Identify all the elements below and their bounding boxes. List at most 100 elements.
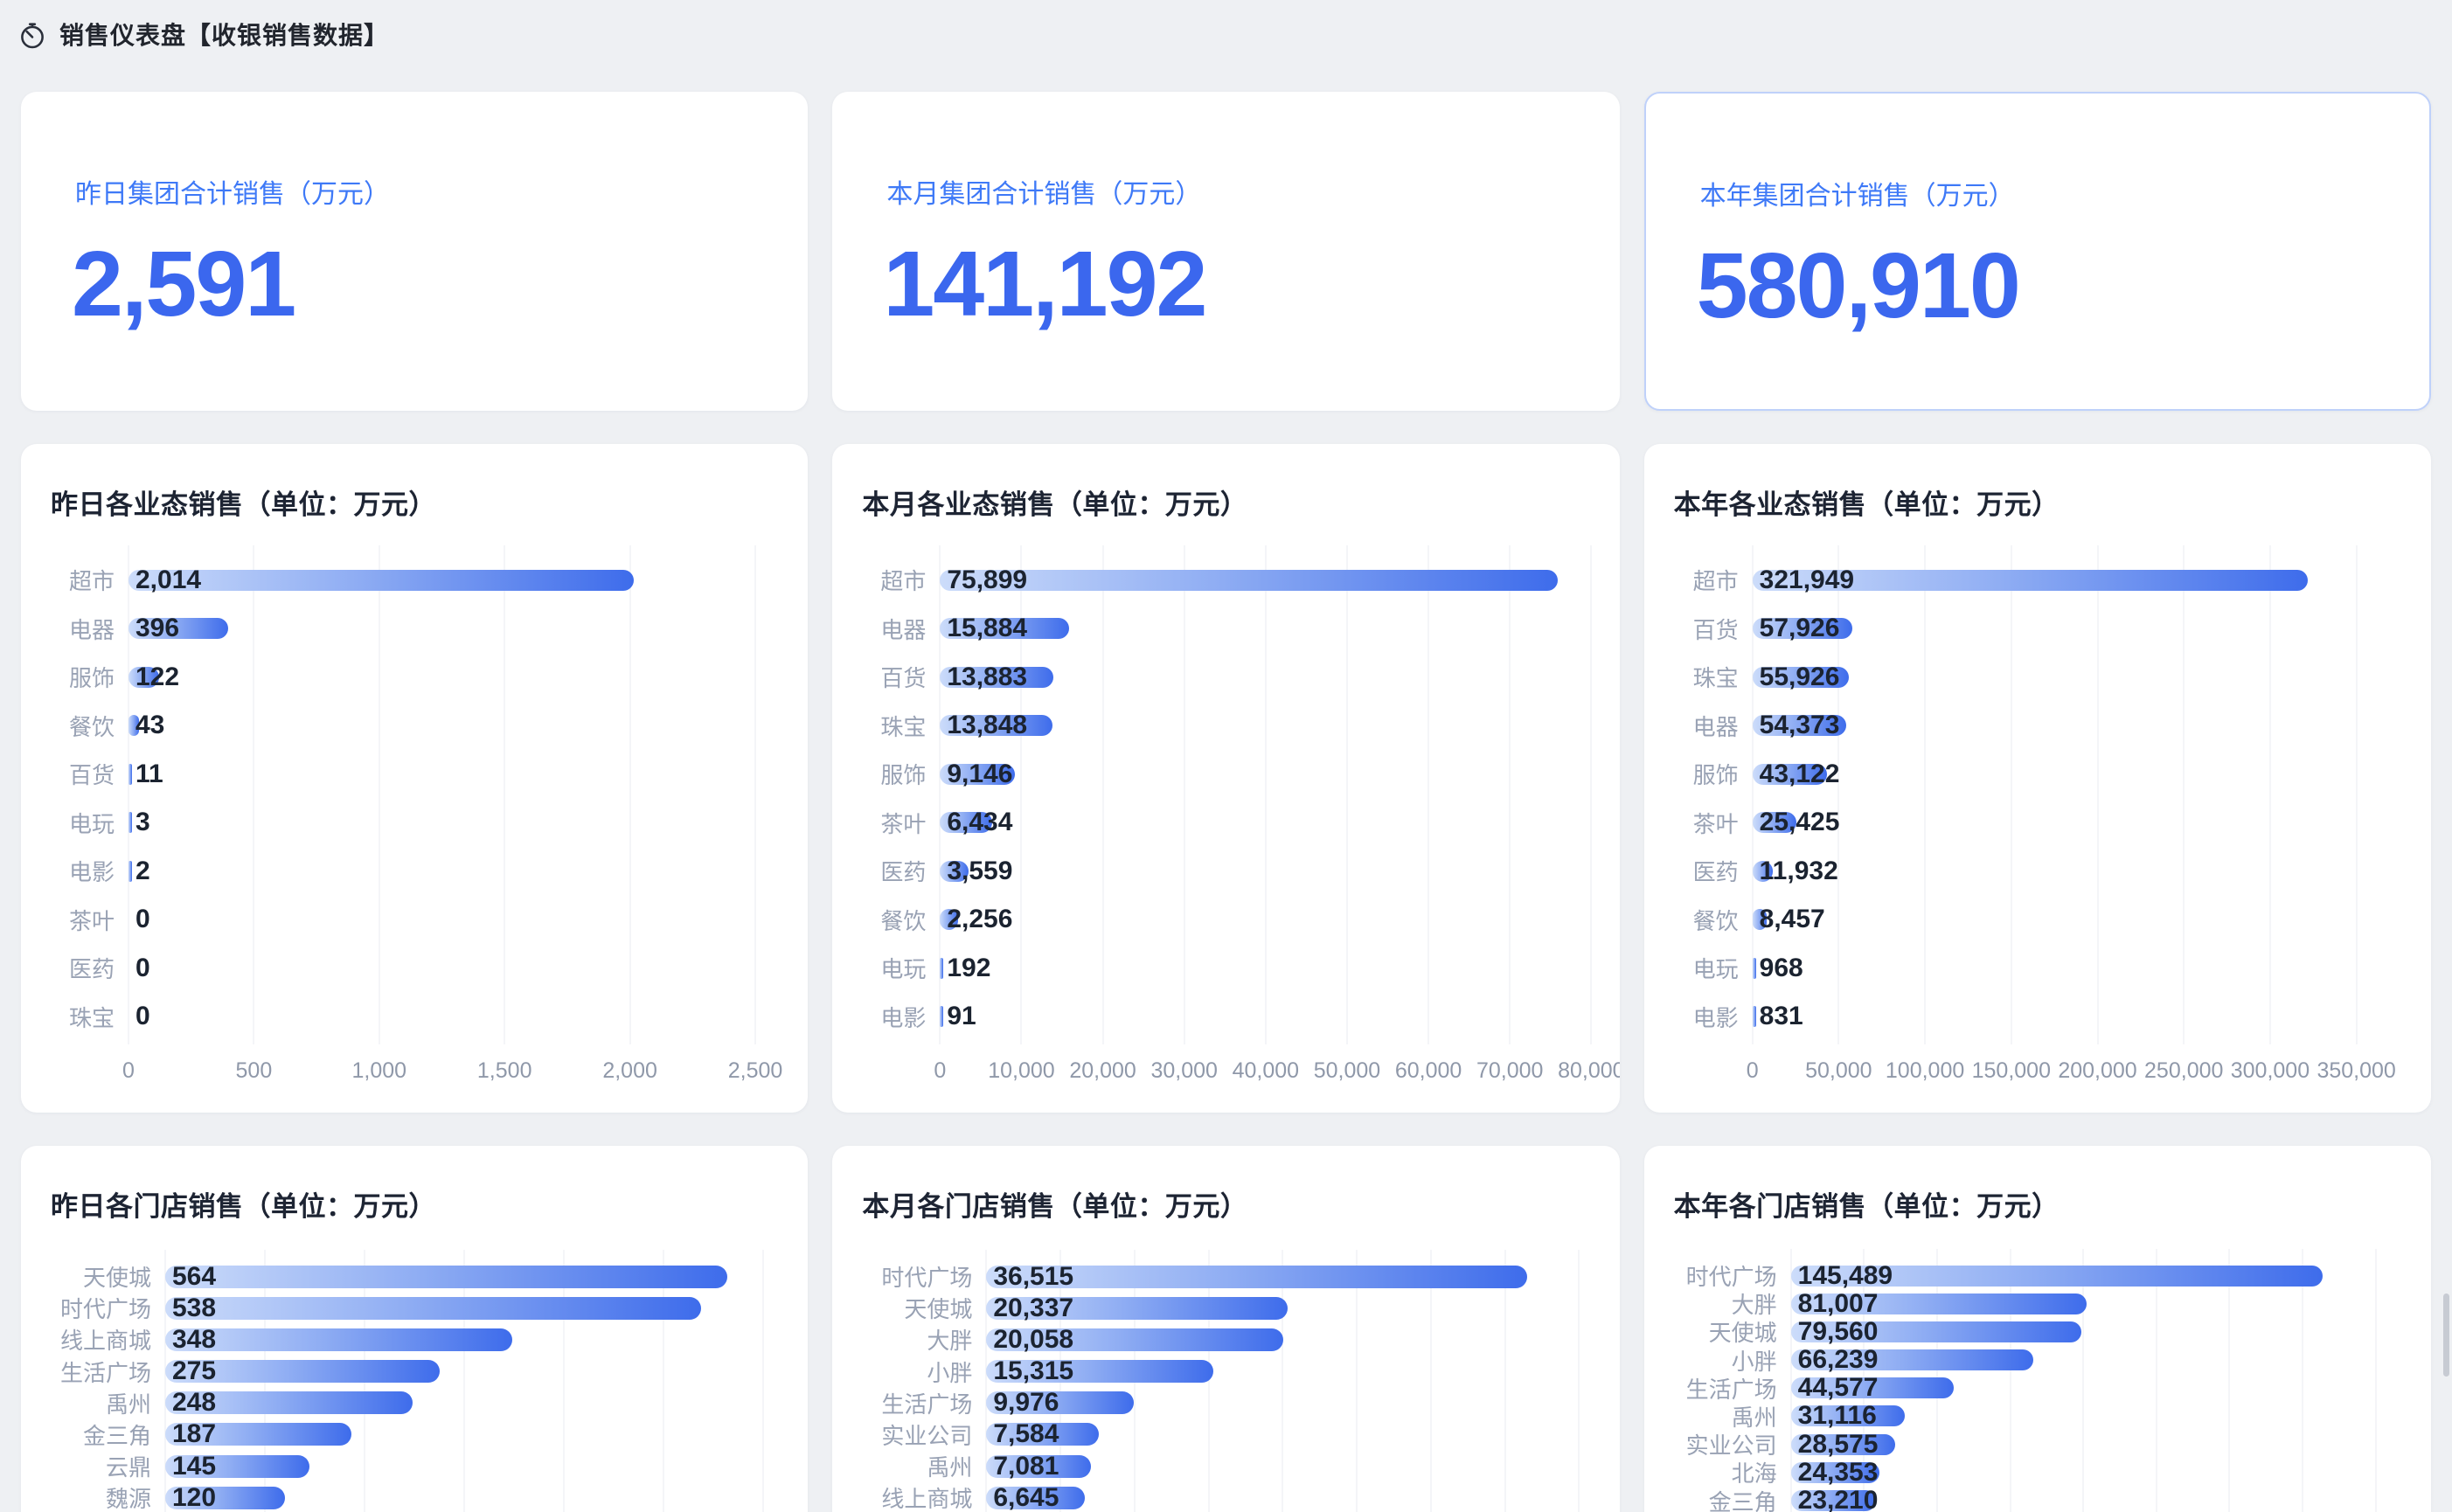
category-label: 生活广场: [47, 1356, 165, 1388]
bar[interactable]: [940, 570, 1558, 591]
chart-row: 天使城79,560: [1671, 1315, 2405, 1343]
chart-row: 实业公司28,575: [1671, 1428, 2405, 1456]
kpi-value: 141,192: [883, 233, 1619, 336]
value-label: 968: [1760, 954, 1803, 983]
value-label: 55,926: [1760, 662, 1840, 692]
kpi-card-yesterday[interactable]: 昨日集团合计销售（万元） 2,591: [21, 92, 808, 411]
value-label: 28,575: [1798, 1430, 1879, 1460]
category-label: 茶叶: [1671, 807, 1753, 839]
bar[interactable]: [940, 1006, 943, 1027]
value-label: 831: [1760, 1002, 1803, 1031]
value-label: 79,560: [1798, 1317, 1879, 1347]
timer-icon: [17, 21, 47, 51]
category-label: 百货: [47, 758, 129, 790]
category-label: 天使城: [858, 1292, 986, 1324]
chart-row: 时代广场538: [47, 1292, 781, 1323]
bar-chart-month-by-store: 时代广场36,515天使城20,337大胖20,058小胖15,315生活广场9…: [858, 1146, 1593, 1512]
value-label: 57,926: [1760, 614, 1840, 643]
bar[interactable]: [1753, 1006, 1756, 1027]
chart-row: 电影831: [1671, 993, 2405, 1042]
chart-row: 金三角23,210: [1671, 1485, 2405, 1512]
bar[interactable]: [940, 958, 943, 979]
kpi-label: 本年集团合计销售（万元）: [1700, 174, 2429, 212]
chart-row: 金三角187: [47, 1418, 781, 1450]
value-label: 54,373: [1760, 711, 1840, 740]
value-label: 20,337: [993, 1294, 1073, 1323]
kpi-card-year[interactable]: 本年集团合计销售（万元） 580,910: [1644, 92, 2431, 411]
chart-row: 大胖81,007: [1671, 1287, 2405, 1315]
chart-row: 禹州7,081: [858, 1450, 1593, 1481]
value-label: 66,239: [1798, 1345, 1879, 1375]
value-label: 6,645: [993, 1483, 1059, 1512]
value-label: 396: [135, 614, 179, 643]
value-label: 348: [172, 1325, 216, 1355]
bar[interactable]: [165, 1266, 727, 1288]
value-label: 36,515: [993, 1262, 1073, 1292]
category-label: 服饰: [47, 661, 129, 693]
value-label: 3: [135, 808, 150, 837]
chart-row: 云鼎145: [47, 1450, 781, 1481]
chart-row: 百货13,883: [858, 653, 1593, 702]
chart-row: 医药0: [47, 944, 781, 993]
chart-card-month-by-format: 本月各业态销售（单位：万元） 超市75,899电器15,884百货13,883珠…: [832, 444, 1619, 1113]
chart-row: 电影91: [858, 993, 1593, 1042]
chart-row: 电玩968: [1671, 944, 2405, 993]
kpi-value: 2,591: [72, 233, 808, 336]
category-label: 超市: [47, 564, 129, 596]
category-label: 天使城: [47, 1260, 165, 1293]
category-label: 珠宝: [1671, 661, 1753, 693]
value-label: 122: [135, 662, 179, 692]
category-label: 禹州: [858, 1450, 986, 1482]
scrollbar-thumb[interactable]: [2443, 1294, 2449, 1377]
chart-card-year-by-store: 本年各门店销售（单位：万元） 时代广场145,489大胖81,007天使城79,…: [1644, 1146, 2431, 1512]
chart-row: 天使城20,337: [858, 1292, 1593, 1323]
value-label: 2,256: [947, 905, 1012, 934]
chart-row: 线上商城348: [47, 1323, 781, 1355]
chart-row: 大胖20,058: [858, 1323, 1593, 1355]
dashboard-grid: 昨日集团合计销售（万元） 2,591 本月集团合计销售（万元） 141,192 …: [0, 92, 2452, 1512]
bar-chart-yesterday-by-store: 天使城564时代广场538线上商城348生活广场275禹州248金三角187云鼎…: [47, 1146, 781, 1512]
chart-row: 服饰122: [47, 653, 781, 702]
value-label: 11,932: [1760, 857, 1838, 886]
category-label: 餐饮: [1671, 904, 1753, 936]
bar-chart-year-by-format: 超市321,949百货57,926珠宝55,926电器54,373服饰43,12…: [1671, 444, 2405, 1113]
x-axis-tick-labels: 05001,0001,5002,0002,500: [129, 1058, 755, 1086]
chart-row: 餐饮2,256: [858, 896, 1593, 945]
category-label: 电影: [1671, 1001, 1753, 1033]
x-axis-tick-labels: 010,00020,00030,00040,00050,00060,00070,…: [940, 1058, 1591, 1086]
category-label: 大胖: [858, 1323, 986, 1356]
category-label: 时代广场: [858, 1260, 986, 1293]
chart-row: 超市2,014: [47, 556, 781, 605]
chart-row: 时代广场36,515: [858, 1260, 1593, 1292]
chart-card-yesterday-by-store: 昨日各门店销售（单位：万元） 天使城564时代广场538线上商城348生活广场2…: [21, 1146, 808, 1512]
bar[interactable]: [165, 1297, 701, 1320]
value-label: 7,081: [993, 1452, 1059, 1481]
chart-row: 服饰43,122: [1671, 750, 2405, 799]
chart-row: 茶叶25,425: [1671, 799, 2405, 848]
chart-row: 魏源120: [47, 1481, 781, 1512]
category-label: 服饰: [858, 758, 940, 790]
bar[interactable]: [129, 570, 634, 591]
value-label: 81,007: [1798, 1289, 1879, 1319]
chart-row: 服饰9,146: [858, 750, 1593, 799]
bar[interactable]: [129, 812, 132, 833]
category-label: 电玩: [858, 952, 940, 984]
value-label: 23,210: [1798, 1486, 1879, 1512]
value-label: 7,584: [993, 1419, 1059, 1449]
bar[interactable]: [165, 1328, 512, 1351]
chart-card-month-by-store: 本月各门店销售（单位：万元） 时代广场36,515天使城20,337大胖20,0…: [832, 1146, 1619, 1512]
chart-row: 小胖66,239: [1671, 1344, 2405, 1372]
value-label: 145,489: [1798, 1261, 1893, 1291]
chart-row: 电影2: [47, 847, 781, 896]
chart-row: 茶叶0: [47, 896, 781, 945]
category-label: 禹州: [47, 1387, 165, 1419]
value-label: 9,146: [947, 759, 1012, 789]
bar[interactable]: [1753, 958, 1756, 979]
bar[interactable]: [129, 861, 132, 882]
chart-row: 珠宝55,926: [1671, 653, 2405, 702]
value-label: 248: [172, 1388, 216, 1418]
category-label: 小胖: [858, 1356, 986, 1388]
chart-row: 电器54,373: [1671, 702, 2405, 751]
kpi-card-month[interactable]: 本月集团合计销售（万元） 141,192: [832, 92, 1619, 411]
bar[interactable]: [129, 764, 132, 785]
